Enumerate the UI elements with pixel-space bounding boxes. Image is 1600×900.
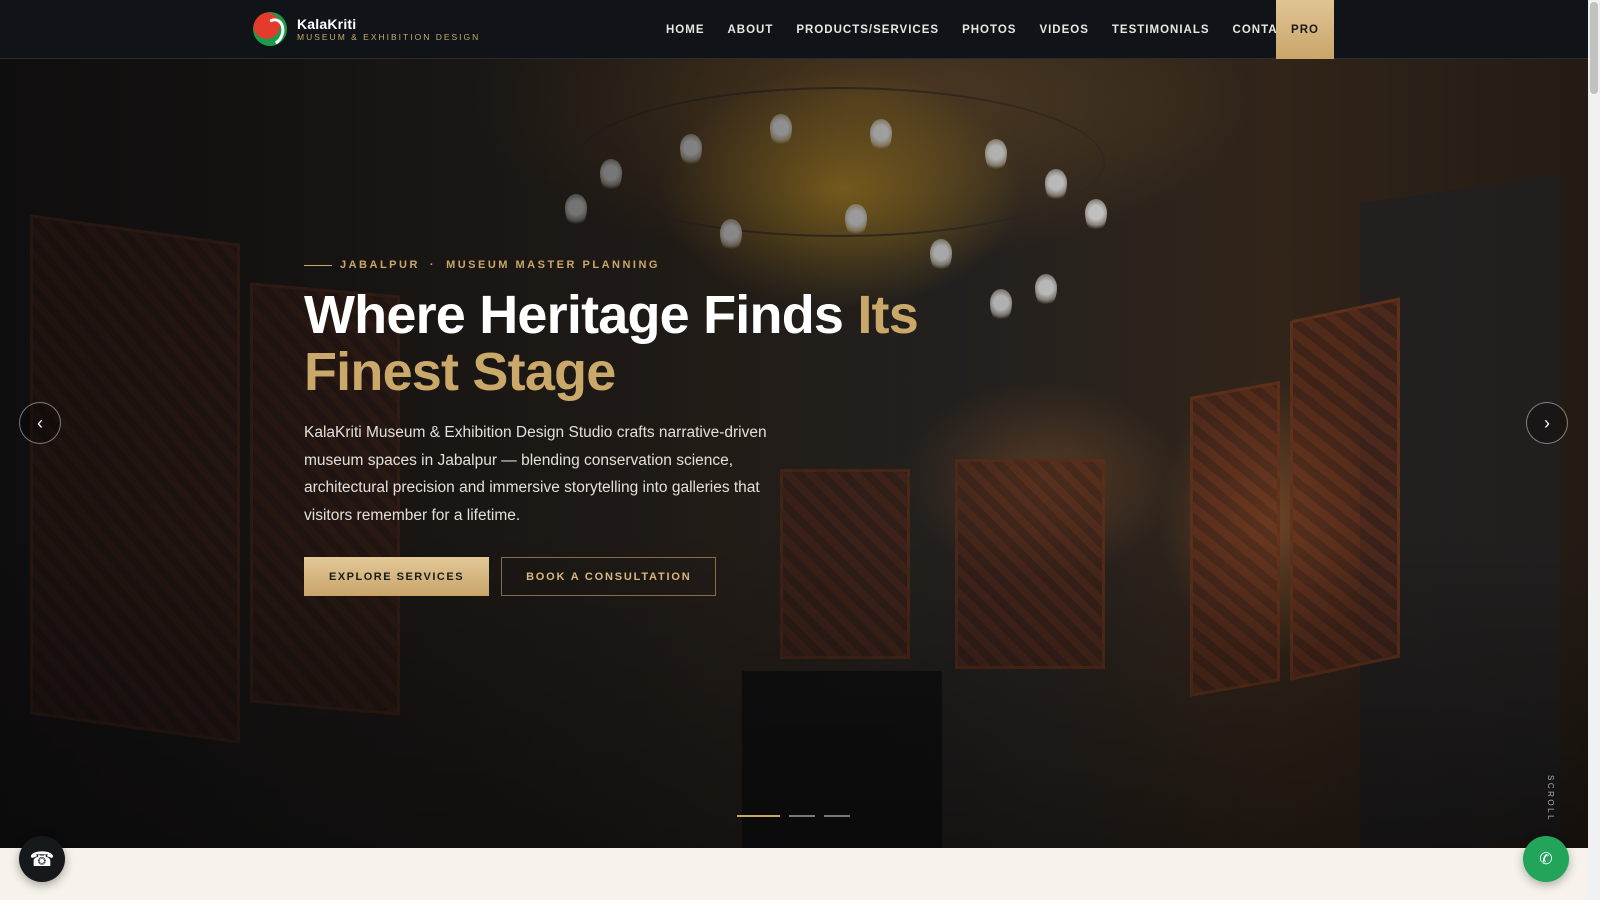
brand-logo-icon [253, 12, 287, 46]
brand-text: KalaKriti MUSEUM & EXHIBITION DESIGN [297, 15, 481, 42]
slider-prev-arrow-icon[interactable]: ‹ [19, 402, 61, 444]
hero-content: JABALPUR · MUSEUM MASTER PLANNING Where … [304, 259, 924, 596]
slider-dots [737, 815, 859, 817]
eyebrow-line [304, 264, 332, 266]
hero-slider: JABALPUR · MUSEUM MASTER PLANNING Where … [0, 59, 1588, 848]
brand-name: KalaKriti [297, 15, 357, 32]
slider-dot[interactable] [737, 815, 780, 817]
slider-next-arrow-icon[interactable]: › [1526, 402, 1568, 444]
next-section [0, 848, 1588, 900]
main-nav: HOME ABOUT PRODUCTS/SERVICES PHOTOS VIDE… [666, 0, 1318, 59]
hero-actions: EXPLORE SERVICES BOOK A CONSULTATION [304, 557, 924, 596]
top-navbar: KalaKriti MUSEUM & EXHIBITION DESIGN HOM… [0, 0, 1588, 59]
nav-pro-button[interactable]: PRO [1276, 0, 1334, 59]
hero-title: Where Heritage Finds Its Finest Stage [304, 287, 924, 401]
eyebrow-location: JABALPUR [340, 259, 420, 271]
scrollbar-thumb[interactable] [1590, 2, 1598, 94]
call-button-icon[interactable]: ☎ [19, 836, 65, 882]
eyebrow-separator: · [429, 259, 437, 271]
brand-logo-link[interactable]: KalaKriti MUSEUM & EXHIBITION DESIGN [253, 12, 480, 46]
nav-item-products-services[interactable]: PRODUCTS/SERVICES [796, 24, 939, 36]
nav-item-home[interactable]: HOME [666, 24, 705, 36]
page-scrollbar[interactable] [1588, 0, 1600, 900]
brand-tagline: MUSEUM & EXHIBITION DESIGN [297, 31, 481, 42]
nav-item-photos[interactable]: PHOTOS [962, 24, 1016, 36]
nav-item-videos[interactable]: VIDEOS [1039, 24, 1088, 36]
explore-services-button[interactable]: EXPLORE SERVICES [304, 557, 490, 596]
eyebrow-service: MUSEUM MASTER PLANNING [446, 259, 660, 271]
nav-item-about[interactable]: ABOUT [728, 24, 774, 36]
book-consultation-button[interactable]: BOOK A CONSULTATION [501, 557, 717, 596]
slider-dot[interactable] [824, 815, 850, 817]
hero-title-white: Where Heritage Finds [304, 285, 858, 345]
slider-dot[interactable] [789, 815, 815, 817]
scroll-indicator: SCROLL [1546, 775, 1555, 823]
hero-eyebrow: JABALPUR · MUSEUM MASTER PLANNING [304, 259, 924, 271]
nav-item-testimonials[interactable]: TESTIMONIALS [1112, 24, 1210, 36]
hero-description: KalaKriti Museum & Exhibition Design Stu… [304, 424, 767, 524]
chat-button-icon[interactable]: ✆ [1523, 836, 1569, 882]
